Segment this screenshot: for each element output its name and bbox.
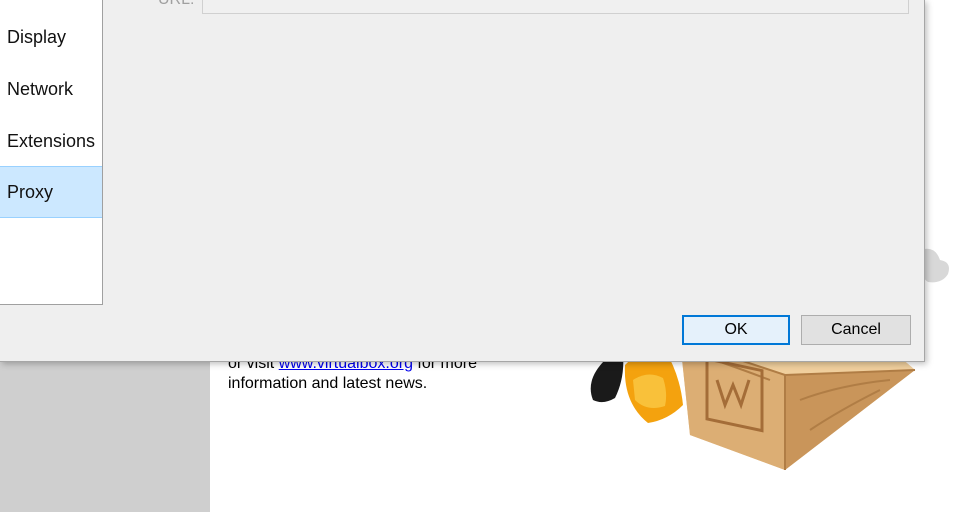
sidebar-item-network[interactable]: Network [0,63,102,115]
sidebar-item-extensions[interactable]: Extensions [0,115,102,167]
sidebar-item-display[interactable]: Display [0,11,102,63]
preferences-sidebar: Display Network Extensions Proxy [0,0,103,305]
cancel-button[interactable]: Cancel [801,315,911,345]
sidebar-item-label: Proxy [7,181,54,202]
proxy-url-input[interactable] [202,0,909,14]
sidebar-item-proxy[interactable]: Proxy [0,166,102,218]
proxy-url-label: URL: [158,0,194,9]
sidebar-item-label: Display [7,26,67,47]
preferences-dialog: Display Network Extensions Proxy URL: OK… [0,0,925,362]
sidebar-item-label: Extensions [7,130,96,151]
sidebar-item-label: Network [7,78,74,99]
welcome-line2: information and latest news. [228,375,428,392]
ok-button[interactable]: OK [682,315,790,345]
